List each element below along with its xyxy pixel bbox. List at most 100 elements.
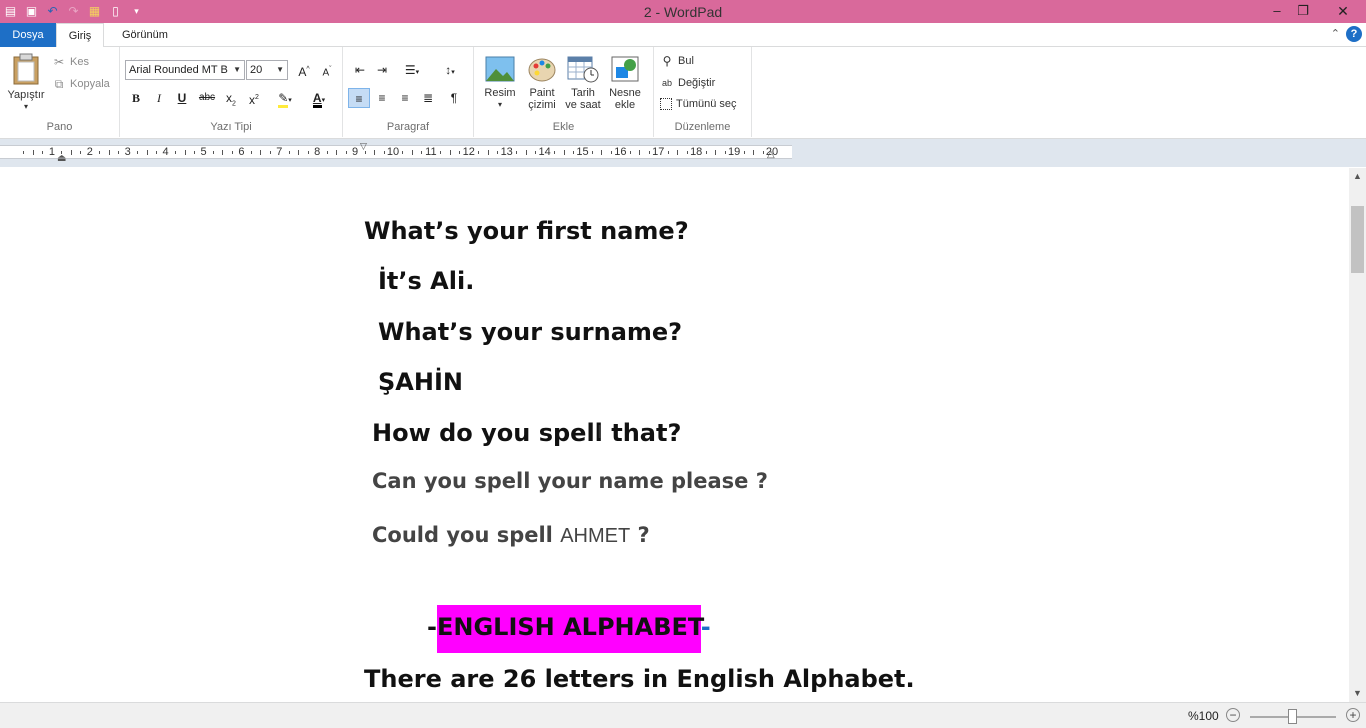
first-line-indent-marker[interactable]: ▽ [360, 141, 367, 152]
highlight-color-button[interactable]: ✎▾ [270, 88, 300, 108]
ruler-tick [260, 150, 262, 155]
find-button[interactable]: ⚲ Bul [660, 54, 694, 68]
minimize-button[interactable]: – [1264, 0, 1290, 23]
doc-line-sahin[interactable]: ŞAHİN [378, 368, 463, 396]
bold-button[interactable]: B [125, 88, 147, 108]
superscript-button[interactable]: x2 [243, 88, 265, 108]
ruler[interactable]: 1 2 3 4 5 6 7 8 9 10 11 12 13 14 15 16 17 18 19 20 ⏏ ▽ △ [0, 139, 1366, 167]
font-size-select[interactable]: 20 ▼ [246, 60, 288, 80]
tab-home[interactable]: Giriş [56, 23, 104, 48]
select-all-button[interactable]: Tümünü seç [660, 98, 737, 110]
insert-picture-button[interactable]: Resim ▾ [480, 55, 520, 111]
align-right-button[interactable]: ≡ [394, 88, 416, 108]
subscript-button[interactable]: x2 [220, 88, 242, 108]
ruler-number: 8 [314, 146, 321, 158]
ruler-tick [194, 151, 196, 154]
font-family-value: Arial Rounded MT B [129, 64, 228, 76]
underline-button[interactable]: U [171, 88, 193, 108]
paint-palette-icon [528, 58, 556, 82]
shrink-font-button[interactable]: Aˇ [316, 60, 338, 80]
paste-button[interactable]: Yapıştır ▾ [4, 53, 48, 113]
doc-line-first-name[interactable]: What’s your first name? [364, 217, 689, 245]
decrease-indent-button[interactable]: ⇤ [349, 60, 371, 80]
ruler-number: 10 [386, 146, 400, 158]
ruler-tick [535, 151, 537, 154]
ruler-tick [516, 151, 518, 154]
ruler-tick [80, 151, 82, 154]
paint-label-line2: çizimi [528, 99, 556, 111]
increase-indent-button[interactable]: ⇥ [371, 60, 393, 80]
doc-line-surname[interactable]: What’s your surname? [378, 318, 682, 346]
tab-view[interactable]: Görünüm [110, 23, 180, 47]
ruler-tick [137, 151, 139, 154]
copy-button[interactable]: ⧉ Kopyala [52, 77, 110, 91]
zoom-out-button[interactable]: − [1226, 708, 1240, 722]
grow-font-button[interactable]: A^ [293, 60, 315, 80]
doc-line-its-ali[interactable]: İt’s Ali. [378, 267, 474, 295]
bullets-button[interactable]: ☰▾ [397, 60, 427, 80]
ruler-tick [326, 151, 328, 154]
cut-label: Kes [70, 56, 89, 68]
replace-button[interactable]: ab Değiştir [660, 76, 715, 90]
ruler-tick [336, 150, 338, 155]
paint-drawing-button[interactable]: Paint çizimi [522, 55, 562, 111]
zoom-in-button[interactable]: + [1346, 708, 1360, 722]
font-family-select[interactable]: Arial Rounded MT B ▼ [125, 60, 245, 80]
ribbon-tabs: Dosya Giriş Görünüm ⌃ ? [0, 23, 1366, 48]
ruler-tick [743, 151, 745, 154]
ruler-number: 17 [652, 146, 665, 158]
ribbon: Yapıştır ▾ ✂ Kes ⧉ Kopyala Pano Arial Ro… [0, 47, 1366, 139]
object-icon [611, 56, 639, 82]
justify-button[interactable]: ≣ [417, 88, 439, 108]
ruler-tick [269, 151, 271, 154]
zoom-slider-thumb[interactable] [1288, 709, 1297, 724]
ruler-number: 3 [124, 146, 131, 158]
restore-button[interactable]: ❐ [1290, 0, 1316, 23]
doc-line-spell-that[interactable]: How do you spell that? [372, 419, 681, 447]
object-label-line1: Nesne [609, 87, 641, 99]
ruler-tick [108, 150, 110, 155]
doc-line-26-letters[interactable]: There are 26 letters in English Alphabet… [364, 665, 915, 693]
doc-line-spell-name-please[interactable]: Can you spell your name please ? [372, 469, 768, 493]
document-area[interactable]: What’s your first name? İt’s Ali. What’s… [0, 168, 1349, 702]
vertical-scrollbar[interactable]: ▲ ▼ [1349, 168, 1366, 702]
paste-dropdown-icon[interactable]: ▾ [4, 101, 48, 113]
ruler-number: 16 [614, 146, 627, 158]
tab-file[interactable]: Dosya [0, 23, 56, 47]
picture-dropdown-icon[interactable]: ▾ [480, 99, 520, 111]
close-button[interactable]: ✕ [1320, 0, 1366, 23]
italic-button[interactable]: I [148, 88, 170, 108]
left-indent-marker[interactable]: ⏏ [57, 153, 66, 164]
font-group-label: Yazı Tipi [210, 121, 252, 133]
right-indent-marker[interactable]: △ [767, 149, 775, 160]
help-icon[interactable]: ? [1346, 26, 1362, 42]
ruler-tick [686, 151, 688, 154]
highlighter-icon: ✎ [278, 91, 289, 108]
font-color-button[interactable]: A▾ [304, 88, 334, 108]
ruler-tick [667, 151, 669, 154]
insert-object-button[interactable]: Nesne ekle [605, 55, 645, 111]
scroll-down-icon[interactable]: ▼ [1349, 685, 1366, 702]
paragraph-settings-button[interactable]: ¶ [443, 88, 465, 108]
object-label-line2: ekle [614, 99, 636, 111]
line-spacing-button[interactable]: ↕▾ [435, 60, 465, 80]
collapse-ribbon-icon[interactable]: ⌃ [1331, 27, 1340, 40]
scroll-thumb[interactable] [1351, 206, 1364, 273]
scroll-up-icon[interactable]: ▲ [1349, 168, 1366, 185]
date-time-button[interactable]: Tarih ve saat [562, 55, 604, 111]
align-left-button[interactable]: ≡ [348, 88, 370, 108]
ruler-tick [563, 150, 565, 155]
ruler-tick [449, 150, 451, 155]
ruler-tick [23, 151, 25, 154]
cut-button[interactable]: ✂ Kes [52, 55, 89, 69]
doc-line-could-you-spell[interactable]: Could you spell AHMET ? [372, 523, 650, 548]
align-center-button[interactable]: ≡ [371, 88, 393, 108]
doc-line-alphabet-title[interactable]: -ENGLISH ALPHABET- [427, 605, 711, 653]
chevron-down-icon: ▼ [276, 65, 284, 74]
ruler-tick [610, 151, 612, 154]
clipboard-icon [13, 53, 39, 85]
strikethrough-button[interactable]: abc [196, 88, 218, 108]
ruler-tick [591, 151, 593, 154]
find-label: Bul [678, 55, 694, 67]
ruler-number: 19 [727, 146, 741, 158]
